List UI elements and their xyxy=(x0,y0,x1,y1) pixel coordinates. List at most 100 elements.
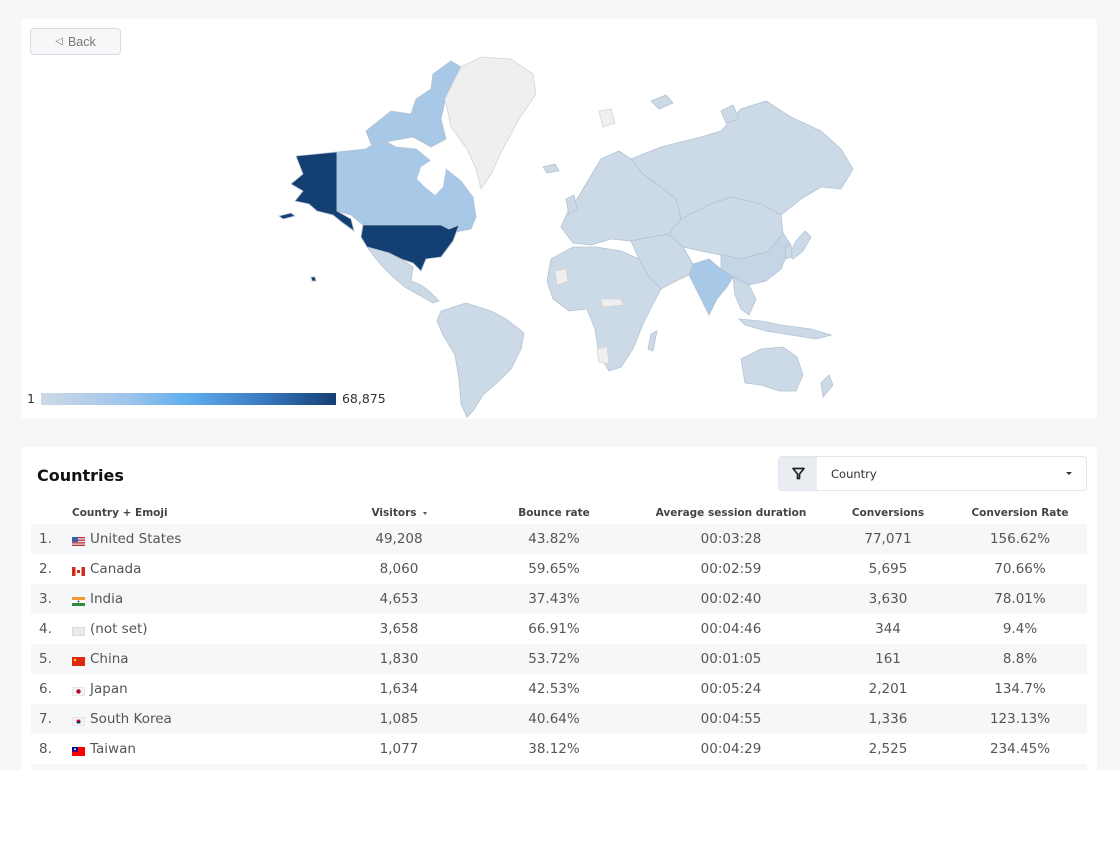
conversions-cell: 2,525 xyxy=(868,741,908,757)
region-australia[interactable] xyxy=(740,346,804,392)
col-header-visitors[interactable]: Visitors xyxy=(339,507,459,519)
region-greenland[interactable] xyxy=(444,56,537,190)
bounce-rate-cell: 42.53% xyxy=(528,681,580,697)
flag-ca-icon xyxy=(72,564,85,576)
flag-in-icon xyxy=(72,594,85,606)
table-body: 1. United States 49,208 43.82% 00:03:28 77,07… xyxy=(31,524,1087,770)
bounce-rate-cell: 53.72% xyxy=(528,651,580,667)
dimension-filter[interactable]: Country xyxy=(778,456,1087,491)
col-header-conversions[interactable]: Conversions xyxy=(828,507,948,519)
country-name: India xyxy=(90,591,124,607)
filter-icon[interactable] xyxy=(779,457,817,490)
visitors-cell: 1,634 xyxy=(379,681,419,697)
row-rank: 4. xyxy=(39,621,52,637)
table-row[interactable]: 1. United States 49,208 43.82% 00:03:28 77,07… xyxy=(31,524,1087,554)
conversions-cell: 3,630 xyxy=(868,591,908,607)
legend-min: 1 xyxy=(27,391,35,406)
session-duration-cell: 00:04:55 xyxy=(700,711,762,727)
region-indonesia xyxy=(737,318,833,340)
conversion-rate-cell: 234.45% xyxy=(989,741,1051,757)
country-name: Japan xyxy=(90,681,128,697)
col-header-rate[interactable]: Conversion Rate xyxy=(960,507,1080,519)
conversions-cell: 2,201 xyxy=(868,681,908,697)
back-button[interactable]: ◁ Back xyxy=(30,28,121,55)
flag-white-icon xyxy=(71,624,86,637)
visitors-cell: 8,060 xyxy=(379,561,419,577)
bounce-rate-cell: 38.12% xyxy=(528,741,580,757)
conversions-cell: 5,695 xyxy=(868,561,908,577)
row-rank: 2. xyxy=(39,561,52,577)
visitors-cell: 1,830 xyxy=(379,651,419,667)
country-name: Taiwan xyxy=(90,741,136,757)
session-duration-cell: 00:04:46 xyxy=(700,621,762,637)
visitors-cell: 1,085 xyxy=(379,711,419,727)
country-name: (not set) xyxy=(90,621,148,637)
legend-max: 68,875 xyxy=(341,391,386,406)
region-iceland[interactable] xyxy=(542,163,560,174)
region-new-zealand xyxy=(820,374,834,398)
conversion-rate-cell: 123.13% xyxy=(989,711,1051,727)
region-madagascar xyxy=(647,330,658,352)
region-arctic-islands xyxy=(650,94,740,124)
country-name: South Korea xyxy=(90,711,172,727)
region-japan[interactable] xyxy=(788,230,812,260)
conversion-rate-cell: 156.62% xyxy=(989,531,1051,547)
row-rank: 7. xyxy=(39,711,52,727)
flag-cn-icon xyxy=(72,654,85,666)
region-canada[interactable] xyxy=(336,138,477,234)
legend-gradient-bar xyxy=(40,392,336,405)
table-row[interactable]: 7. South Korea 1,085 40.64% 00:04:55 1,336 123… xyxy=(31,704,1087,734)
region-svalbard xyxy=(598,108,616,128)
table-row[interactable]: 6. Japan 1,634 42.53% 00:05:24 2,201 134.7% xyxy=(31,674,1087,704)
country-name: Canada xyxy=(90,561,142,577)
world-map[interactable] xyxy=(21,19,1097,419)
table-row[interactable]: 4. (not set) 3,658 66.91% 00:04:46 344 9.4% xyxy=(31,614,1087,644)
conversion-rate-cell: 134.7% xyxy=(994,681,1046,697)
conversions-cell: 1,336 xyxy=(868,711,908,727)
visitors-cell: 49,208 xyxy=(375,531,423,547)
region-south-korea[interactable] xyxy=(784,244,793,260)
table-row[interactable]: 2. Canada 8,060 59.65% 00:02:59 5,695 70.66% xyxy=(31,554,1087,584)
country-name: China xyxy=(90,651,129,667)
row-rank: 3. xyxy=(39,591,52,607)
session-duration-cell: 00:03:28 xyxy=(700,531,762,547)
flag-tw-icon xyxy=(72,744,85,756)
flag-kr-icon xyxy=(71,714,86,727)
conversion-rate-cell: 78.01% xyxy=(994,591,1046,607)
sort-desc-icon xyxy=(422,511,427,515)
flag-jp-icon xyxy=(71,684,86,697)
bounce-rate-cell: 37.43% xyxy=(528,591,580,607)
region-south-america[interactable] xyxy=(436,302,525,418)
row-rank: 6. xyxy=(39,681,52,697)
session-duration-cell: 00:02:59 xyxy=(700,561,762,577)
country-name: United States xyxy=(90,531,182,547)
countries-table-card: Countries Country Country + Emoji Visito… xyxy=(21,447,1097,770)
dimension-select[interactable]: Country xyxy=(817,457,1086,490)
back-label: Back xyxy=(67,34,96,49)
table-row[interactable]: 3. India 4,653 37.43% 00:02:40 3,630 78.01% xyxy=(31,584,1087,614)
conversion-rate-cell: 8.8% xyxy=(1002,651,1038,667)
col-header-duration[interactable]: Average session duration xyxy=(651,507,811,519)
conversions-cell: 344 xyxy=(875,621,901,637)
region-united-states[interactable] xyxy=(360,224,460,272)
row-rank: 5. xyxy=(39,651,52,667)
dimension-select-value: Country xyxy=(831,466,877,481)
bounce-rate-cell: 59.65% xyxy=(528,561,580,577)
conversions-cell: 161 xyxy=(875,651,901,667)
region-hawaii xyxy=(310,276,317,282)
row-rank: 8. xyxy=(39,741,52,757)
col-header-bounce[interactable]: Bounce rate xyxy=(494,507,614,519)
conversions-cell: 77,071 xyxy=(864,531,912,547)
flag-us-icon xyxy=(72,534,85,546)
bounce-rate-cell: 43.82% xyxy=(528,531,580,547)
visitors-cell: 1,077 xyxy=(379,741,419,757)
table-row[interactable]: 5. China 1,830 53.72% 00:01:05 161 8.8% xyxy=(31,644,1087,674)
conversion-rate-cell: 70.66% xyxy=(994,561,1046,577)
session-duration-cell: 00:05:24 xyxy=(700,681,762,697)
session-duration-cell: 00:04:29 xyxy=(700,741,762,757)
col-header-country[interactable]: Country + Emoji xyxy=(72,507,168,519)
table-title: Countries xyxy=(37,466,124,485)
table-row-partial xyxy=(31,764,1087,770)
table-row[interactable]: 8. Taiwan 1,077 38.12% 00:04:29 2,525 234.45% xyxy=(31,734,1087,764)
bounce-rate-cell: 66.91% xyxy=(528,621,580,637)
